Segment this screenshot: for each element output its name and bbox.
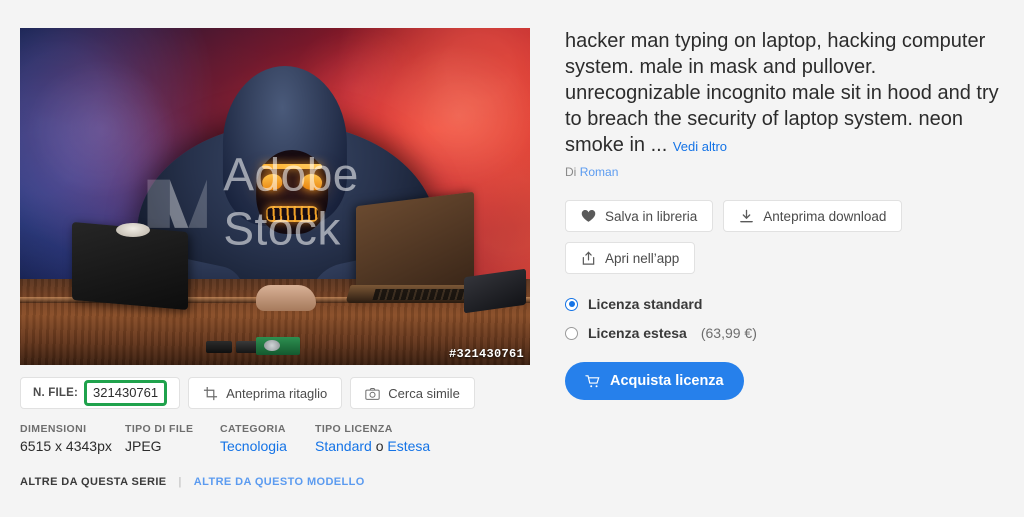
hacker-hood bbox=[222, 66, 347, 234]
meta-license-label: TIPO LICENZA bbox=[315, 423, 393, 435]
download-icon bbox=[740, 209, 754, 222]
coffee-cup bbox=[116, 223, 150, 237]
page-title: hacker man typing on laptop, hacking com… bbox=[565, 28, 1010, 160]
meta-license-standard-link[interactable]: Standard bbox=[315, 438, 372, 454]
meta-filetype-value: JPEG bbox=[125, 438, 162, 454]
hard-drive bbox=[256, 337, 300, 355]
file-number-pill[interactable]: N. FILE: 321430761 bbox=[20, 377, 181, 409]
asset-preview-image[interactable]: Adobe Stock #321430761 bbox=[20, 28, 530, 365]
license-extended-radio[interactable] bbox=[565, 326, 578, 340]
author-byline: Di Roman bbox=[565, 165, 1010, 179]
camera-icon bbox=[365, 387, 380, 400]
laptop-screen bbox=[356, 191, 474, 301]
more-from-series-label[interactable]: ALTRE DA QUESTA SERIE bbox=[20, 476, 167, 488]
license-options: Licenza standard Licenza estesa (63,99 €… bbox=[565, 296, 1010, 341]
preview-download-button[interactable]: Anteprima download bbox=[723, 200, 903, 232]
license-standard-row[interactable]: Licenza standard bbox=[565, 296, 1010, 312]
find-similar-button[interactable]: Cerca simile bbox=[350, 377, 475, 409]
mask-eye-left bbox=[261, 172, 284, 192]
buy-license-label: Acquista licenza bbox=[610, 373, 724, 389]
open-in-app-button[interactable]: Apri nell’app bbox=[565, 242, 696, 274]
author-link[interactable]: Roman bbox=[580, 165, 619, 179]
meta-filetype: TIPO DI FILE JPEG bbox=[125, 423, 220, 454]
mask-eye-right bbox=[301, 172, 324, 192]
mask-brow bbox=[262, 164, 323, 169]
license-extended-price: (63,99 €) bbox=[700, 325, 757, 341]
meta-license-extended-link[interactable]: Estesa bbox=[387, 438, 430, 454]
meta-category-label: CATEGORIA bbox=[220, 423, 286, 435]
license-standard-label: Licenza standard bbox=[588, 296, 703, 312]
meta-dimensions: DIMENSIONI 6515 x 4343px bbox=[20, 423, 125, 454]
cart-icon bbox=[585, 374, 600, 387]
file-number-label: N. FILE: bbox=[33, 387, 79, 399]
links-divider: | bbox=[178, 476, 182, 488]
meta-license-separator: o bbox=[371, 438, 388, 454]
license-extended-row[interactable]: Licenza estesa (63,99 €) bbox=[565, 325, 1010, 341]
crop-icon bbox=[204, 386, 218, 400]
save-to-library-button[interactable]: Salva in libreria bbox=[565, 200, 714, 232]
primary-action-row: Salva in libreria Anteprima download bbox=[565, 200, 1010, 232]
meta-category-link[interactable]: Tecnologia bbox=[220, 438, 287, 454]
meta-filetype-label: TIPO DI FILE bbox=[125, 423, 194, 435]
more-from-model-link[interactable]: ALTRE DA QUESTO MODELLO bbox=[194, 476, 365, 488]
meta-dimensions-label: DIMENSIONI bbox=[20, 423, 87, 435]
byline-prefix: Di bbox=[565, 165, 577, 179]
license-standard-radio[interactable] bbox=[565, 297, 578, 311]
right-column: hacker man typing on laptop, hacking com… bbox=[565, 28, 1010, 400]
see-more-link[interactable]: Vedi altro bbox=[673, 139, 727, 154]
hacker-hand bbox=[256, 285, 316, 311]
share-icon bbox=[582, 251, 595, 265]
file-toolbar: N. FILE: 321430761 Anteprima ritaglio Ce… bbox=[20, 377, 530, 409]
image-id-overlay: #321430761 bbox=[448, 347, 524, 361]
asset-title-text: hacker man typing on laptop, hacking com… bbox=[565, 30, 999, 156]
asset-metadata: DIMENSIONI 6515 x 4343px TIPO DI FILE JP… bbox=[20, 423, 530, 454]
left-column: Adobe Stock #321430761 N. FILE: 32143076… bbox=[20, 28, 530, 488]
adobe-stock-asset-page: Adobe Stock #321430761 N. FILE: 32143076… bbox=[0, 0, 1024, 517]
find-similar-label: Cerca simile bbox=[388, 385, 460, 401]
preview-download-label: Anteprima download bbox=[763, 208, 887, 224]
secondary-action-row: Apri nell’app bbox=[565, 242, 1010, 274]
file-number-value[interactable]: 321430761 bbox=[84, 380, 168, 406]
crop-preview-label: Anteprima ritaglio bbox=[226, 385, 328, 401]
open-in-app-label: Apri nell’app bbox=[605, 250, 680, 266]
buy-license-button[interactable]: Acquista licenza bbox=[565, 362, 744, 400]
crop-preview-button[interactable]: Anteprima ritaglio bbox=[188, 377, 343, 409]
led-mask bbox=[256, 150, 329, 234]
meta-dimensions-value: 6515 x 4343px bbox=[20, 438, 112, 454]
license-extended-label: Licenza estesa bbox=[588, 325, 687, 341]
heart-icon bbox=[581, 209, 596, 222]
usb-drive-1 bbox=[206, 341, 232, 353]
mask-mouth bbox=[266, 206, 319, 222]
related-links: ALTRE DA QUESTA SERIE | ALTRE DA QUESTO … bbox=[20, 476, 530, 488]
save-to-library-label: Salva in libreria bbox=[605, 208, 698, 224]
meta-license-type: TIPO LICENZA Standard o Estesa bbox=[315, 423, 430, 454]
meta-category: CATEGORIA Tecnologia bbox=[220, 423, 315, 454]
